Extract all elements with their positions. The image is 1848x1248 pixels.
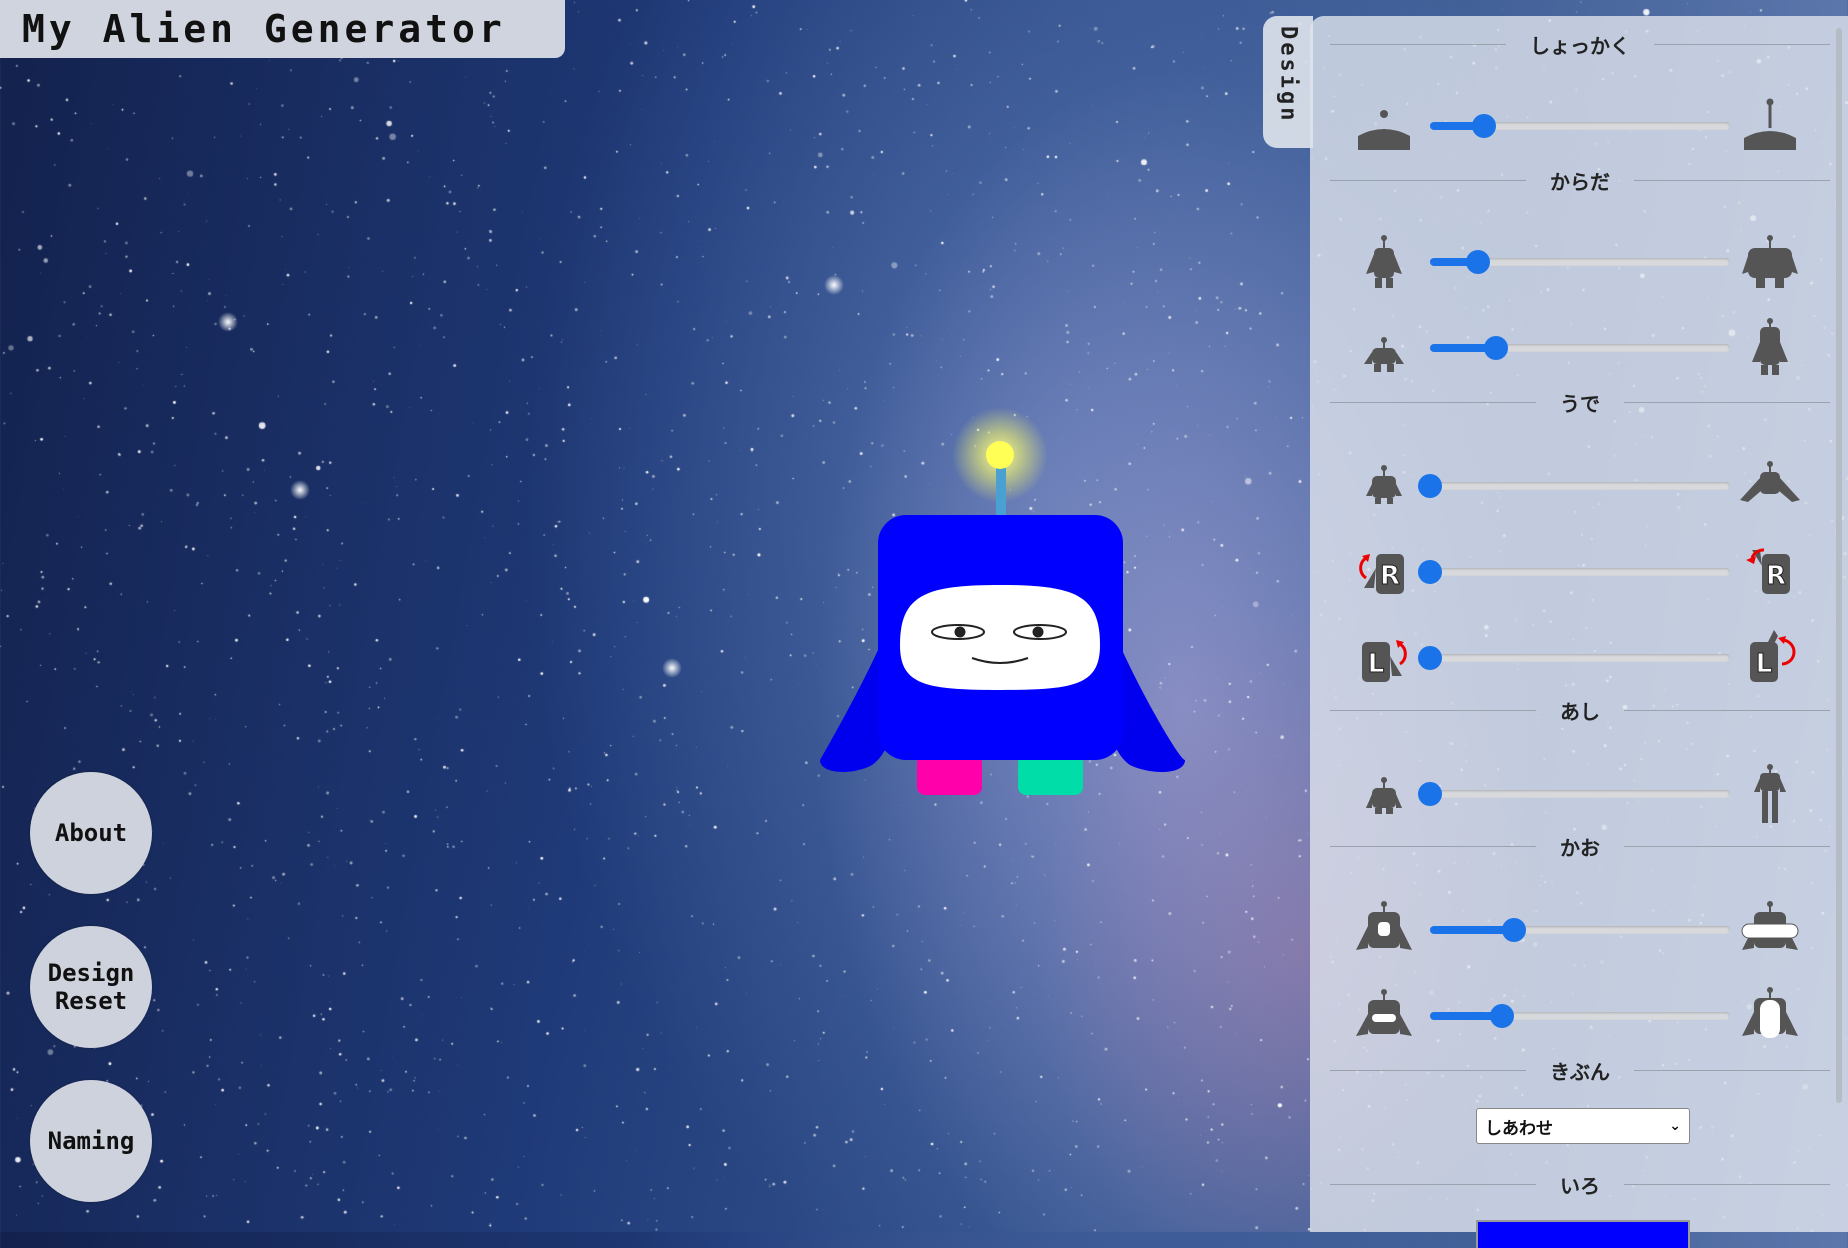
naming-button[interactable]: Naming xyxy=(30,1080,152,1202)
arm-right-rotate-right-icon: R xyxy=(1746,548,1790,594)
antenna-row xyxy=(1310,92,1848,162)
section-antenna-label: しょっかく xyxy=(1530,33,1630,58)
arm-left-rotation-slider-thumb[interactable] xyxy=(1418,646,1442,670)
body-height-slider[interactable] xyxy=(1430,336,1730,360)
arm-large-icon xyxy=(1740,461,1800,502)
arm-left-rotation-slider[interactable] xyxy=(1418,646,1730,670)
design-reset-button[interactable]: Design Reset xyxy=(30,926,152,1048)
arm-right-rotation-row: R R xyxy=(1310,538,1848,608)
arm-small-icon xyxy=(1366,465,1402,504)
arm-size-slider-thumb[interactable] xyxy=(1418,474,1442,498)
about-button[interactable]: About xyxy=(30,772,152,894)
design-tab-label: Design xyxy=(1275,26,1301,124)
section-legs-label: あし xyxy=(1560,699,1600,724)
arm-size-slider[interactable] xyxy=(1418,474,1730,498)
face-width-slider[interactable] xyxy=(1430,918,1730,942)
section-color-label: いろ xyxy=(1560,1173,1600,1198)
arm-right-rotation-slider[interactable] xyxy=(1418,560,1730,584)
app-title-bar: My Alien Generator xyxy=(0,0,565,58)
section-color: いろ xyxy=(1330,1170,1830,1198)
right-pupil xyxy=(1032,626,1044,638)
color-picker[interactable] xyxy=(1476,1220,1690,1248)
leg-long-icon xyxy=(1754,764,1786,823)
antenna-stalk xyxy=(996,468,1006,518)
design-panel: しょっかく からだ うで R R L L あし かお きぶん しあわせ ⌄ いろ xyxy=(1310,16,1848,1248)
arm-size-row xyxy=(1310,452,1848,522)
arm-left-rotation-row: L L xyxy=(1310,624,1848,694)
body-narrow-icon xyxy=(1366,235,1402,288)
body-width-row xyxy=(1310,228,1848,298)
face-narrow-icon xyxy=(1356,901,1412,950)
antenna-slider-thumb[interactable] xyxy=(1472,114,1496,138)
arm-left-rotate-right-icon: L xyxy=(1750,630,1796,682)
face-height-row xyxy=(1310,982,1848,1052)
face-short-icon xyxy=(1356,989,1412,1036)
body-height-row xyxy=(1310,314,1848,384)
section-mood: きぶん xyxy=(1330,1056,1830,1084)
left-leg xyxy=(917,755,982,795)
body-width-slider[interactable] xyxy=(1430,250,1730,274)
mood-select[interactable]: しあわせ ⌄ xyxy=(1476,1108,1690,1144)
body-width-slider-thumb[interactable] xyxy=(1466,250,1490,274)
right-leg xyxy=(1018,755,1083,795)
section-arms: うで xyxy=(1330,388,1830,416)
antenna-large-icon xyxy=(1744,98,1796,150)
antenna-light xyxy=(986,441,1014,469)
face-tall-icon xyxy=(1742,987,1798,1038)
body-wide-icon xyxy=(1742,235,1798,288)
app-title: My Alien Generator xyxy=(22,7,506,51)
design-panel-tab[interactable]: Design xyxy=(1263,16,1313,148)
face-width-row xyxy=(1310,896,1848,966)
chevron-down-icon: ⌄ xyxy=(1669,1118,1681,1134)
mood-select-value: しあわせ xyxy=(1485,1118,1553,1139)
section-mood-label: きぶん xyxy=(1550,1059,1610,1084)
leg-length-row xyxy=(1310,760,1848,830)
antenna-small-icon xyxy=(1358,110,1410,150)
section-legs: あし xyxy=(1330,696,1830,724)
body-tall-icon xyxy=(1752,318,1788,375)
antenna-slider[interactable] xyxy=(1430,114,1730,138)
section-arms-label: うで xyxy=(1560,391,1600,416)
arm-right-rotate-left-letter: R xyxy=(1380,561,1400,591)
arm-left-rotate-left-letter: L xyxy=(1368,649,1385,679)
body-short-icon xyxy=(1364,337,1404,372)
face-height-slider-thumb[interactable] xyxy=(1490,1004,1514,1028)
leg-short-icon xyxy=(1366,777,1402,814)
left-pupil xyxy=(954,626,966,638)
body-height-slider-thumb[interactable] xyxy=(1484,336,1508,360)
face-width-slider-thumb[interactable] xyxy=(1502,918,1526,942)
section-body: からだ xyxy=(1330,166,1830,194)
section-face-label: かお xyxy=(1560,835,1600,860)
alien-face xyxy=(900,585,1100,690)
arm-left-rotate-left-icon: L xyxy=(1362,640,1407,682)
arm-right-rotate-right-letter: R xyxy=(1766,561,1786,591)
leg-length-slider-thumb[interactable] xyxy=(1418,782,1442,806)
arm-right-rotation-slider-thumb[interactable] xyxy=(1418,560,1442,584)
face-height-slider[interactable] xyxy=(1430,1004,1730,1028)
alien-character xyxy=(820,407,1185,795)
leg-length-slider[interactable] xyxy=(1418,782,1730,806)
section-face: かお xyxy=(1330,832,1830,860)
section-antenna: しょっかく xyxy=(1330,30,1830,58)
arm-left-rotate-right-letter: L xyxy=(1756,649,1773,679)
arm-right-rotate-left-icon: R xyxy=(1359,554,1404,594)
section-body-label: からだ xyxy=(1550,169,1610,194)
face-wide-icon xyxy=(1741,901,1799,950)
